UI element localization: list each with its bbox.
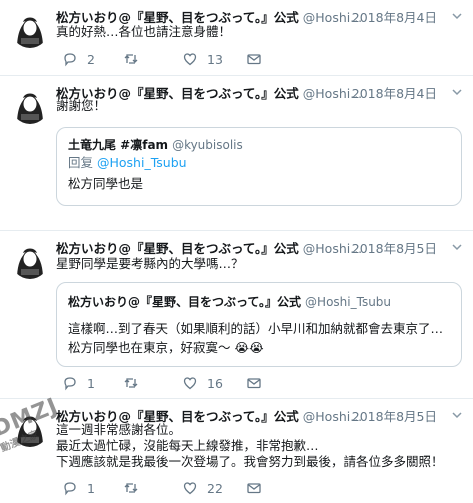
tweet-4[interactable]: 松方いおり@『星野、目をつぶって。』公式 @Hoshi... 2018年8月5日 … [0, 398, 473, 503]
envelope-icon [247, 483, 261, 494]
reply-icon [64, 53, 76, 67]
dm-button[interactable] [246, 50, 262, 68]
like-button[interactable]: 16 [182, 374, 223, 392]
avatar[interactable] [11, 86, 49, 124]
heart-icon [183, 482, 197, 495]
tweet-header: 松方いおり@『星野、目をつぶって。』公式 @Hoshi... 2018年8月5日 [56, 238, 463, 256]
retweet-icon [124, 54, 138, 64]
avatar[interactable] [11, 10, 49, 48]
quoted-header: 土竜九尾 #凛fam @kyubisolis [68, 136, 243, 153]
dm-button[interactable] [246, 479, 262, 497]
reply-count: 1 [87, 480, 95, 496]
tweet-text: 謝謝您！ [56, 98, 463, 114]
chevron-down-icon[interactable] [451, 86, 463, 98]
tweet-text: 星野同學是要考縣內的大學嗎…？ [56, 256, 463, 272]
retweet-icon [124, 378, 138, 388]
quoted-author-handle: @kyubisolis [172, 138, 243, 152]
tweet-3[interactable]: 松方いおり@『星野、目をつぶって。』公式 @Hoshi... 2018年8月5日 … [0, 230, 473, 399]
like-button[interactable]: 13 [182, 50, 223, 68]
reply-target-link[interactable]: @Hoshi_Tsubu [97, 155, 187, 170]
reply-count: 1 [87, 375, 95, 391]
retweet-button[interactable] [123, 50, 148, 68]
retweet-button[interactable] [123, 374, 148, 392]
tweet-2[interactable]: 松方いおり@『星野、目をつぶって。』公式 @Hoshi... 2018年8月4日 … [0, 75, 473, 231]
heart-icon [183, 377, 197, 390]
retweet-icon [124, 483, 138, 493]
like-button[interactable]: 22 [182, 479, 223, 497]
envelope-icon [247, 378, 261, 389]
reply-context: 回复 @Hoshi_Tsubu [68, 155, 187, 171]
heart-icon [183, 53, 197, 66]
quoted-tweet[interactable]: 松方いおり@『星野、目をつぶって。』公式 @Hoshi_Tsubu 這樣啊…到了春… [56, 282, 462, 367]
tweet-line: 真的好熱…各位也請注意身體！ [56, 24, 232, 39]
reply-prefix: 回复 [68, 155, 94, 170]
tweet-line: 謝謝您！ [56, 98, 107, 113]
tweet-line: 這一週非常感謝各位。 [56, 422, 182, 437]
chevron-down-icon[interactable] [451, 10, 463, 22]
quoted-tweet[interactable]: 土竜九尾 #凛fam @kyubisolis 回复 @Hoshi_Tsubu 松方… [56, 127, 462, 206]
tweet-text: 這一週非常感謝各位。 最近太過忙碌，沒能每天上線發推，非常抱歉… 下週應該就是我… [56, 422, 463, 470]
quoted-header: 松方いおり@『星野、目をつぶって。』公式 @Hoshi_Tsubu [68, 293, 391, 310]
envelope-icon [247, 54, 261, 65]
reply-icon [64, 377, 76, 391]
like-count: 16 [207, 375, 223, 391]
quoted-author-name: 松方いおり@『星野、目をつぶって。』公式 [68, 295, 302, 309]
reply-icon [64, 482, 76, 496]
tweet-actions: 2 13 [56, 50, 456, 68]
tweet-actions: 1 16 [56, 374, 456, 392]
chevron-down-icon[interactable] [451, 241, 463, 253]
chevron-down-icon[interactable] [451, 409, 463, 421]
quoted-text-line: 松方同學也在東京，好寂寞～ 😭😭 [68, 340, 264, 355]
quoted-text: 松方同學也是 [68, 176, 144, 191]
tweet-date[interactable]: 2018年8月5日 [352, 238, 437, 257]
tweet-line: 星野同學是要考縣內的大學嗎…？ [56, 256, 244, 271]
tweet-text: 真的好熱…各位也請注意身體！ [56, 24, 463, 40]
quoted-text-line: 這樣啊…到了春天（如果順利的話）小早川和加納就都會去東京了… [68, 321, 444, 336]
reply-button[interactable]: 2 [62, 50, 95, 68]
dm-button[interactable] [246, 374, 262, 392]
quoted-author-name: 土竜九尾 #凛fam [68, 138, 169, 152]
tweet-line: 最近太過忙碌，沒能每天上線發推，非常抱歉… [56, 438, 319, 453]
avatar[interactable] [11, 241, 49, 279]
reply-button[interactable]: 1 [62, 479, 95, 497]
author-name[interactable]: 松方いおり@『星野、目をつぶって。』公式 [56, 10, 299, 25]
tweet-1[interactable]: 松方いおり@『星野、目をつぶって。』公式 @Hoshi... 2018年8月4日 … [0, 0, 473, 75]
tweet-line: 下週應該就是我最後一次登場了。我會努力到最後，請各位多多關照！ [56, 454, 444, 469]
tweet-actions: 1 22 [56, 479, 456, 497]
reply-count: 2 [87, 51, 95, 67]
like-count: 22 [207, 480, 223, 496]
reply-button[interactable]: 1 [62, 374, 95, 392]
author-name[interactable]: 松方いおり@『星野、目をつぶって。』公式 [56, 241, 299, 256]
quoted-author-handle: @Hoshi_Tsubu [305, 295, 392, 309]
like-count: 13 [207, 51, 223, 67]
retweet-button[interactable] [123, 479, 148, 497]
tweet-header: 松方いおり@『星野、目をつぶって。』公式 @Hoshi... 2018年8月4日 [56, 7, 463, 25]
